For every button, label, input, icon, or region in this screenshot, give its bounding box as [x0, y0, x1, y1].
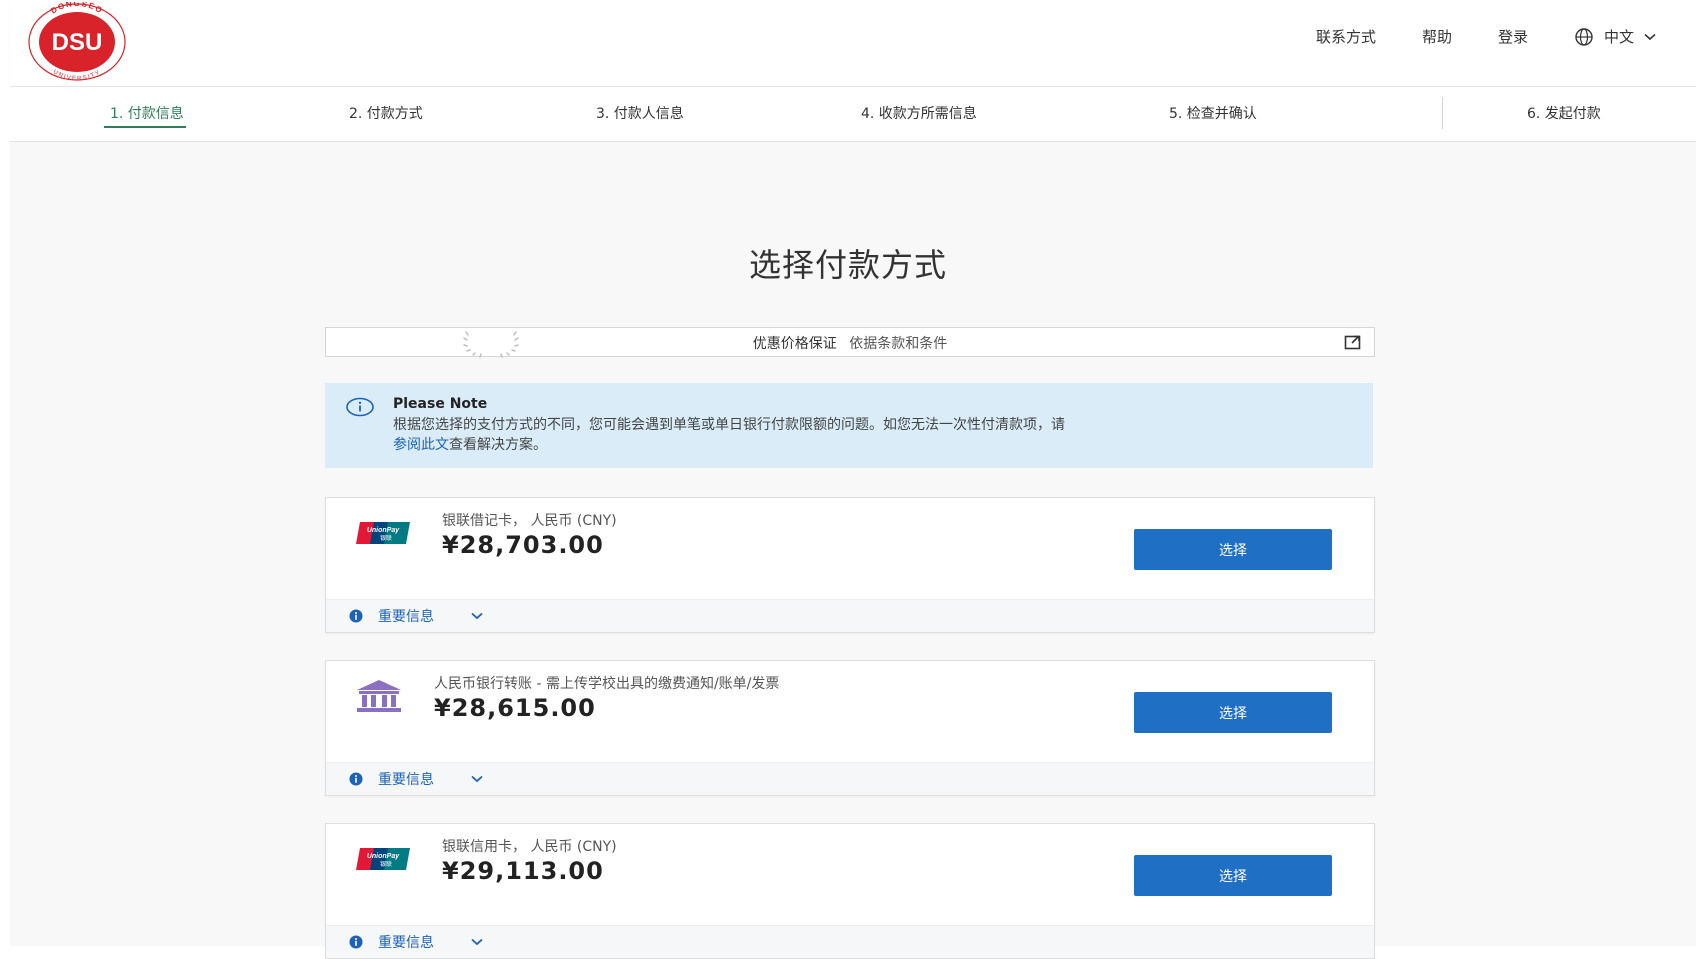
language-selector[interactable]: 中文	[1574, 26, 1656, 47]
step-review-confirm: 5. 检查并确认	[1169, 106, 1257, 122]
step-divider	[1442, 97, 1443, 129]
option-label: 银联信用卡， 人民币 (CNY)	[442, 839, 617, 855]
option-amount: ¥28,703.00	[442, 531, 604, 559]
option-label: 银联借记卡， 人民币 (CNY)	[442, 513, 617, 529]
top-nav: 联系方式 帮助 登录 中文	[1316, 26, 1656, 47]
please-note-box: Please Note 根据您选择的支付方式的不同，您可能会遇到单笔或单日银行付…	[325, 383, 1373, 468]
unionpay-cn: 银联	[380, 860, 392, 868]
payment-option-bank-transfer: 人民币银行转账 - 需上传学校出具的缴费通知/账单/发票 ¥28,615.00 …	[325, 660, 1375, 796]
contact-link[interactable]: 联系方式	[1316, 26, 1376, 47]
step-payee-info: 4. 收款方所需信息	[861, 106, 977, 122]
terms-link[interactable]: 依据条款和条件	[849, 336, 947, 352]
note-body: 根据您选择的支付方式的不同，您可能会遇到单笔或单日银行付款限额的问题。如您无法一…	[393, 415, 1359, 455]
unionpay-text: UnionPay	[367, 853, 400, 860]
unionpay-cn: 银联	[380, 534, 392, 542]
important-info-toggle[interactable]: 重要信息	[326, 925, 1374, 958]
site-header: DONGSEO DSU UNIVERSITY 联系方式 帮助 登录 中文	[10, 0, 1696, 87]
chevron-down-icon	[471, 612, 483, 620]
important-info-label: 重要信息	[378, 935, 434, 951]
page-title: 选择付款方式	[748, 246, 947, 284]
important-info-toggle[interactable]: 重要信息	[326, 599, 1374, 632]
select-button[interactable]: 选择	[1134, 529, 1332, 570]
important-info-toggle[interactable]: 重要信息	[326, 762, 1374, 795]
bank-icon	[357, 680, 401, 712]
dsu-logo[interactable]: DONGSEO DSU UNIVERSITY	[27, 2, 127, 82]
important-info-label: 重要信息	[378, 772, 434, 788]
language-label: 中文	[1603, 28, 1634, 46]
step-initiate-payment: 6. 发起付款	[1527, 106, 1601, 122]
guarantee-text: 优惠价格保证	[752, 336, 837, 352]
note-body-tail: 查看解决方案。	[449, 437, 547, 453]
option-label: 人民币银行转账 - 需上传学校出具的缴费通知/账单/发票	[434, 676, 780, 692]
chevron-down-icon	[471, 938, 483, 946]
chevron-down-icon	[471, 775, 483, 783]
step-payer-info: 3. 付款人信息	[596, 106, 684, 122]
info-dot-icon	[349, 935, 363, 949]
unionpay-text: UnionPay	[367, 527, 400, 534]
option-amount: ¥28,615.00	[434, 694, 596, 722]
external-link-icon[interactable]	[1344, 334, 1362, 350]
login-link[interactable]: 登录	[1498, 26, 1528, 47]
guarantee-text-row: 优惠价格保证 依据条款和条件	[326, 333, 1374, 353]
price-guarantee-banner[interactable]: 优惠价格保证 依据条款和条件	[325, 327, 1375, 358]
info-dot-icon	[349, 609, 363, 623]
chevron-down-icon	[1644, 33, 1656, 40]
note-article-link[interactable]: 参阅此文	[393, 437, 449, 453]
step-payment-info[interactable]: 1. 付款信息	[104, 103, 186, 128]
info-dot-icon	[349, 772, 363, 786]
note-body-text: 根据您选择的支付方式的不同，您可能会遇到单笔或单日银行付款限额的问题。如您无法一…	[393, 417, 1065, 433]
unionpay-icon: UnionPay 银联	[356, 848, 410, 870]
important-info-label: 重要信息	[378, 609, 434, 625]
info-circle-icon	[346, 397, 374, 417]
select-button[interactable]: 选择	[1134, 692, 1332, 733]
select-button[interactable]: 选择	[1134, 855, 1332, 896]
note-title: Please Note	[393, 396, 488, 412]
progress-stepper: 1. 付款信息 2. 付款方式 3. 付款人信息 4. 收款方所需信息 5. 检…	[10, 87, 1696, 142]
globe-icon	[1575, 27, 1593, 46]
option-amount: ¥29,113.00	[442, 857, 604, 885]
help-link[interactable]: 帮助	[1422, 26, 1452, 47]
unionpay-icon: UnionPay 银联	[356, 522, 410, 544]
step-payment-method: 2. 付款方式	[349, 106, 423, 122]
payment-option-unionpay-debit: UnionPay 银联 银联借记卡， 人民币 (CNY) ¥28,703.00 …	[325, 497, 1375, 633]
logo-name: DSU	[52, 29, 103, 56]
payment-option-unionpay-credit: UnionPay 银联 银联信用卡， 人民币 (CNY) ¥29,113.00 …	[325, 823, 1375, 959]
